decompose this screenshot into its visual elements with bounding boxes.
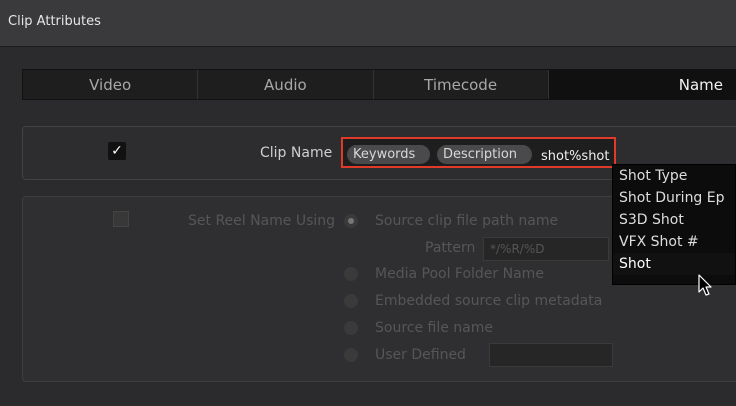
- radio-embedded-metadata[interactable]: [344, 294, 358, 308]
- clip-name-field[interactable]: Keywords Description shot%shot: [341, 137, 616, 168]
- dropdown-item-s3d-shot[interactable]: S3D Shot: [613, 209, 735, 231]
- typed-text: shot%shot: [541, 149, 610, 164]
- title-bar: Clip Attributes: [0, 0, 736, 47]
- metadata-dropdown: Shot Type Shot During Ep S3D Shot VFX Sh…: [612, 164, 736, 285]
- option-user-defined-label: User Defined: [375, 347, 466, 363]
- window-title: Clip Attributes: [8, 14, 101, 29]
- option-source-path-label: Source clip file path name: [375, 213, 559, 229]
- tab-video[interactable]: Video: [23, 70, 199, 99]
- radio-user-defined[interactable]: [344, 348, 358, 362]
- tab-timecode[interactable]: Timecode: [374, 70, 549, 99]
- dropdown-item-vfx-shot[interactable]: VFX Shot #: [613, 231, 735, 253]
- radio-source-path[interactable]: [344, 214, 358, 228]
- set-reel-name-label: Set Reel Name Using: [188, 213, 336, 229]
- pattern-input[interactable]: */%R/%D: [483, 237, 609, 261]
- option-embedded-label: Embedded source clip metadata: [375, 293, 603, 309]
- option-media-pool-label: Media Pool Folder Name: [375, 266, 544, 282]
- dropdown-item-shot-during-ep[interactable]: Shot During Ep: [613, 187, 735, 209]
- mouse-pointer-icon: [698, 274, 712, 296]
- radio-media-pool-folder[interactable]: [344, 267, 358, 281]
- tab-audio[interactable]: Audio: [198, 70, 374, 99]
- description-token[interactable]: Description: [437, 145, 532, 164]
- radio-source-file-name[interactable]: [344, 321, 358, 335]
- tab-bar: Video Audio Timecode Name: [22, 69, 736, 100]
- pattern-label: Pattern: [425, 240, 476, 256]
- option-source-file-label: Source file name: [375, 320, 494, 336]
- clip-name-label: Clip Name: [260, 145, 333, 161]
- user-defined-input[interactable]: [489, 343, 613, 367]
- tab-name[interactable]: Name: [548, 70, 735, 99]
- clip-name-checkbox[interactable]: ✓: [108, 142, 126, 160]
- dropdown-item-shot[interactable]: Shot: [613, 253, 735, 275]
- dropdown-item-shot-type[interactable]: Shot Type: [613, 165, 735, 187]
- reel-name-checkbox[interactable]: [113, 211, 129, 227]
- keywords-token[interactable]: Keywords: [347, 145, 430, 164]
